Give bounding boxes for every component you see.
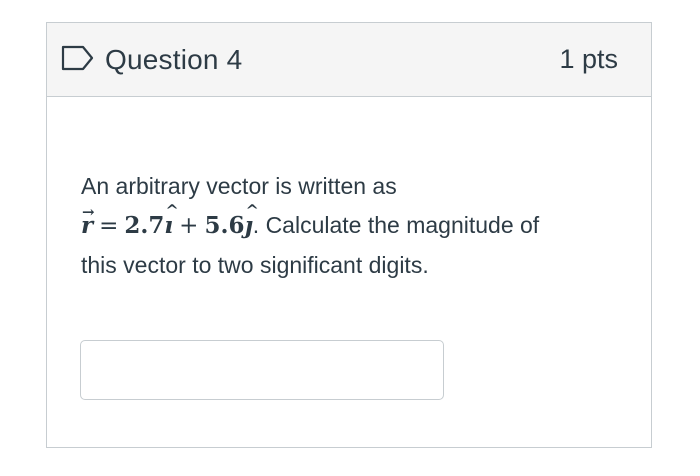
unit-vector-i: ^ ı — [164, 201, 178, 245]
vector-equation: → r = 2.7 ^ ı +5.6 ^ ȷ — [81, 201, 259, 239]
question-text-line-3: this vector to two significant digits. — [81, 252, 429, 278]
question-text: An arbitrary vector is written as → r = 2.7… — [81, 167, 621, 285]
question-title: Question 4 — [105, 43, 243, 75]
vector-arrow-icon: → — [82, 203, 95, 221]
plus-sign: + — [179, 213, 199, 239]
flag-outline-icon[interactable] — [61, 45, 95, 71]
hat-icon: ^ — [165, 201, 179, 220]
question-points: 1 pts — [559, 44, 618, 74]
question-header: Question 4 1 pts — [47, 23, 651, 97]
unit-vector-j: ^ ȷ — [244, 201, 258, 245]
question-text-line-2: → r = 2.7 ^ ı +5.6 ^ ȷ. Calculate the magnitude … — [81, 201, 621, 246]
equals-sign: = — [99, 213, 119, 239]
question-text-after-equation: . Calculate the magnitude of — [252, 212, 540, 238]
coefficient-j: 5.6 — [204, 212, 245, 239]
answer-input[interactable] — [80, 340, 444, 400]
vector-variable: → r — [81, 203, 95, 245]
coefficient-i: 2.7 — [124, 212, 165, 239]
question-card: Question 4 1 pts An arbitrary vector is … — [46, 22, 652, 448]
question-text-line-1: An arbitrary vector is written as — [81, 173, 397, 199]
hat-icon: ^ — [245, 201, 259, 220]
